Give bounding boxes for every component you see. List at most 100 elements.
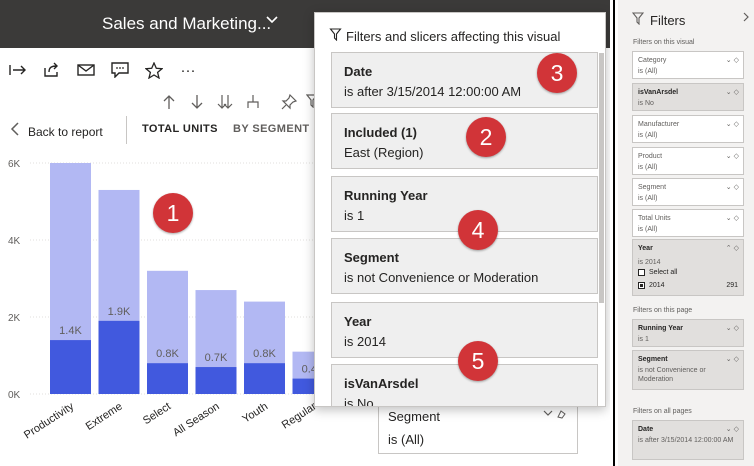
bar-highlighted (50, 340, 91, 394)
collapse-pane-icon[interactable] (742, 12, 750, 25)
data-label: 1.4K (59, 325, 82, 337)
filter-icon (631, 12, 645, 28)
filter-card-category[interactable]: Category is (All) ⌄ ◇ (632, 51, 744, 79)
filter-card-title: Product (638, 153, 663, 160)
all-pages-filter-card-date[interactable]: Date is after 3/15/2014 12:00:00 AM ⌄ ◇ (632, 420, 744, 460)
year-option-label: 2014 (649, 282, 665, 289)
filter-card-title: Manufacturer (638, 121, 680, 128)
enter-focus-icon[interactable] (8, 60, 28, 80)
filter-card-value: is 2014 (638, 259, 661, 266)
data-label: 0.8K (156, 348, 179, 360)
select-all-option[interactable]: Select all (638, 269, 738, 276)
tab-by-segment[interactable]: BY SEGMENT (233, 123, 310, 135)
popup-filter-card-segment: Segment is not Convenience or Moderation (331, 238, 598, 294)
section-label-page: Filters on this page (633, 307, 693, 314)
data-label: 1.9K (108, 306, 131, 318)
y-tick-label: 4K (8, 236, 21, 247)
data-label: 0.7K (205, 352, 228, 364)
bar-highlighted (195, 367, 237, 394)
chevron-down-icon[interactable] (543, 409, 567, 422)
pane-divider (610, 0, 618, 466)
report-title[interactable]: Sales and Marketing... (102, 14, 271, 34)
chevron-down-icon[interactable] (265, 13, 279, 31)
drill-down-icon[interactable] (189, 94, 205, 114)
expand-chevron-icon[interactable]: ⌄ ◇ (726, 183, 739, 191)
x-tick-label: Select (141, 400, 173, 427)
collapse-chevron-icon[interactable]: ⌃ ◇ (726, 244, 739, 252)
data-label: 0.8K (253, 348, 276, 360)
comment-icon[interactable] (110, 60, 130, 80)
popup-card-title: Date (344, 64, 373, 79)
filter-card-value: is (All) (638, 68, 658, 75)
y-tick-label: 2K (8, 313, 21, 324)
checkbox-select-all[interactable] (638, 269, 645, 276)
filter-card-value: is (All) (638, 226, 658, 233)
callout-badge-2: 2 (466, 117, 506, 157)
segment-slicer-value: is (All) (388, 432, 425, 447)
callout-badge-3: 3 (537, 53, 577, 93)
popup-card-value: is not Convenience or Moderation (344, 270, 539, 285)
popup-card-title: Segment (344, 250, 399, 265)
year-2014-option[interactable]: 2014 291 (638, 282, 738, 289)
filter-card-value: is No (638, 100, 654, 107)
drill-up-icon[interactable] (161, 94, 177, 114)
callout-badge-4: 4 (458, 210, 498, 250)
chevron-left-icon (10, 122, 20, 141)
expand-chevron-icon[interactable]: ⌄ ◇ (726, 425, 739, 433)
favorite-star-icon[interactable] (144, 60, 164, 80)
filter-card-year[interactable]: Year is 2014 ⌃ ◇ Select all 2014 291 (632, 239, 744, 296)
filter-card-title: isVanArsdel (638, 89, 679, 96)
filter-card-manufacturer[interactable]: Manufacturer is (All) ⌄ ◇ (632, 115, 744, 143)
pin-icon[interactable] (281, 93, 298, 114)
filter-card-title: Date (638, 426, 654, 433)
checkbox-2014[interactable] (638, 282, 645, 289)
header-divider (126, 116, 127, 144)
expand-chevron-icon[interactable]: ⌄ ◇ (726, 152, 739, 160)
expand-chevron-icon[interactable]: ⌄ ◇ (726, 324, 739, 332)
filter-card-title: Segment (638, 184, 667, 191)
segment-slicer-title: Segment (388, 409, 441, 424)
filters-pane: Filters Filters on this visual Category … (618, 0, 754, 466)
expand-chevron-icon[interactable]: ⌄ ◇ (726, 56, 739, 64)
callout-badge-1: 1 (153, 193, 193, 233)
popup-card-value: is 1 (344, 208, 365, 223)
filter-card-total-units[interactable]: Total Units is (All) ⌄ ◇ (632, 209, 744, 237)
filter-icon (329, 28, 342, 44)
popup-filter-card-included: Included (1) East (Region) (331, 113, 598, 169)
page-filter-card-segment[interactable]: Segment is not Convenience or Moderation… (632, 350, 744, 390)
popup-card-title: isVanArsdel (344, 376, 419, 391)
segment-slicer-card[interactable]: Segment is (All) (378, 402, 578, 454)
filter-card-value: is (All) (638, 195, 658, 202)
x-tick-label: Extreme (84, 400, 125, 432)
hierarchy-icon[interactable] (245, 94, 261, 114)
popup-card-value: East (Region) (344, 145, 424, 160)
expand-all-icon[interactable] (217, 94, 233, 114)
email-icon[interactable] (76, 60, 96, 80)
expand-chevron-icon[interactable]: ⌄ ◇ (726, 355, 739, 363)
section-label-visual: Filters on this visual (633, 39, 695, 46)
filter-card-title: Category (638, 57, 667, 64)
filter-card-value: is (All) (638, 164, 658, 171)
filter-card-value: is not Convenience or Moderation (638, 367, 706, 383)
select-all-label: Select all (649, 269, 678, 276)
tab-total-units[interactable]: TOTAL UNITS (142, 123, 218, 135)
share-icon[interactable] (42, 60, 62, 80)
filter-card-title: Total Units (638, 215, 671, 222)
expand-chevron-icon[interactable]: ⌄ ◇ (726, 88, 739, 96)
back-to-report-button[interactable]: Back to report (10, 122, 103, 141)
year-option-count: 291 (726, 282, 738, 289)
expand-chevron-icon[interactable]: ⌄ ◇ (726, 120, 739, 128)
filters-pane-title: Filters (650, 12, 686, 28)
filter-card-product[interactable]: Product is (All) ⌄ ◇ (632, 147, 744, 175)
callout-badge-5: 5 (458, 341, 498, 381)
filter-card-title: Year (638, 245, 653, 252)
popup-header: Filters and slicers affecting this visua… (329, 28, 560, 44)
popup-card-value: is 2014 (344, 334, 386, 349)
expand-chevron-icon[interactable]: ⌄ ◇ (726, 214, 739, 222)
filter-card-isvanarsdel[interactable]: isVanArsdel is No ⌄ ◇ (632, 83, 744, 111)
y-tick-label: 0K (8, 390, 21, 401)
popup-scrollbar[interactable] (599, 53, 604, 303)
more-options-icon[interactable]: ··· (178, 60, 198, 80)
page-filter-card-running-year[interactable]: Running Year is 1 ⌄ ◇ (632, 319, 744, 347)
filter-card-segment[interactable]: Segment is (All) ⌄ ◇ (632, 178, 744, 206)
